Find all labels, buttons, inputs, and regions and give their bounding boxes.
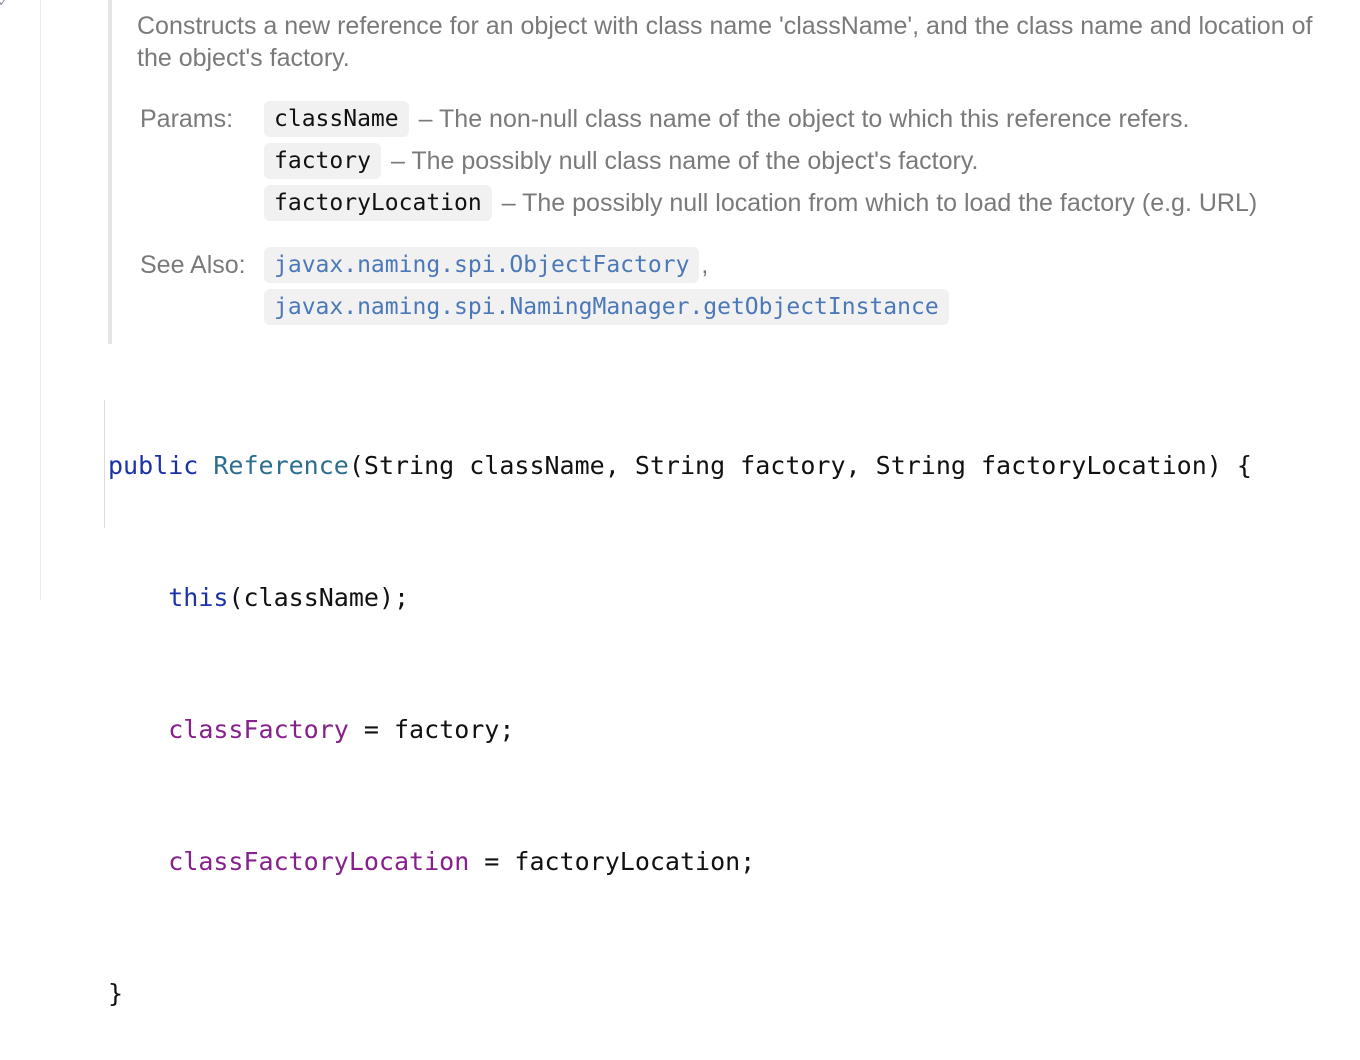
param-row: className – The non-null class name of t… xyxy=(264,101,1189,137)
code-text: (String className, String factory, Strin… xyxy=(348,451,1252,480)
see-also-link-get-object-instance[interactable]: javax.naming.spi.NamingManager.getObject… xyxy=(264,289,949,325)
see-also-row: javax.naming.spi.ObjectFactory , xyxy=(264,247,708,283)
param-description: – The possibly null class name of the ob… xyxy=(390,146,979,175)
code-text: (className); xyxy=(228,583,410,612)
param-description: – The non-null class name of the object … xyxy=(418,104,1190,133)
code-keyword: this xyxy=(168,583,229,612)
code-field[interactable]: classFactoryLocation xyxy=(168,847,469,876)
code-text: = factory; xyxy=(348,715,515,744)
indent-guide xyxy=(104,400,105,528)
see-also-separator: , xyxy=(701,250,709,279)
code-text: } xyxy=(108,979,124,1008)
javadoc-render: Constructs a new reference for an object… xyxy=(108,0,1360,344)
code-line: public Reference(String className, Strin… xyxy=(108,444,1252,488)
param-row: factory – The possibly null class name o… xyxy=(264,143,978,179)
editor-gutter: ✓ xyxy=(0,0,41,600)
code-line: } xyxy=(108,972,1252,1016)
param-name-chip: factoryLocation xyxy=(264,185,492,221)
fold-marker-icon[interactable]: ✓ xyxy=(0,0,10,8)
code-keyword: public xyxy=(108,451,199,480)
code-class-name[interactable]: Reference xyxy=(213,451,348,480)
param-description: – The possibly null location from which … xyxy=(501,188,1258,217)
code-line: this(className); xyxy=(108,576,1252,620)
see-also-link-object-factory[interactable]: javax.naming.spi.ObjectFactory xyxy=(264,247,700,283)
code-block[interactable]: public Reference(String className, Strin… xyxy=(108,356,1252,1060)
param-row: factoryLocation – The possibly null loca… xyxy=(264,185,1257,221)
code-line: classFactoryLocation = factoryLocation; xyxy=(108,840,1252,884)
see-also-label: See Also: xyxy=(140,251,246,279)
code-field[interactable]: classFactory xyxy=(168,715,349,744)
see-also-row: javax.naming.spi.NamingManager.getObject… xyxy=(264,289,949,325)
param-name-chip: factory xyxy=(264,143,381,179)
param-name-chip: className xyxy=(264,101,409,137)
params-label: Params: xyxy=(140,105,234,133)
doc-description: Constructs a new reference for an object… xyxy=(137,12,1313,72)
code-line: classFactory = factory; xyxy=(108,708,1252,752)
code-text: = factoryLocation; xyxy=(469,847,756,876)
